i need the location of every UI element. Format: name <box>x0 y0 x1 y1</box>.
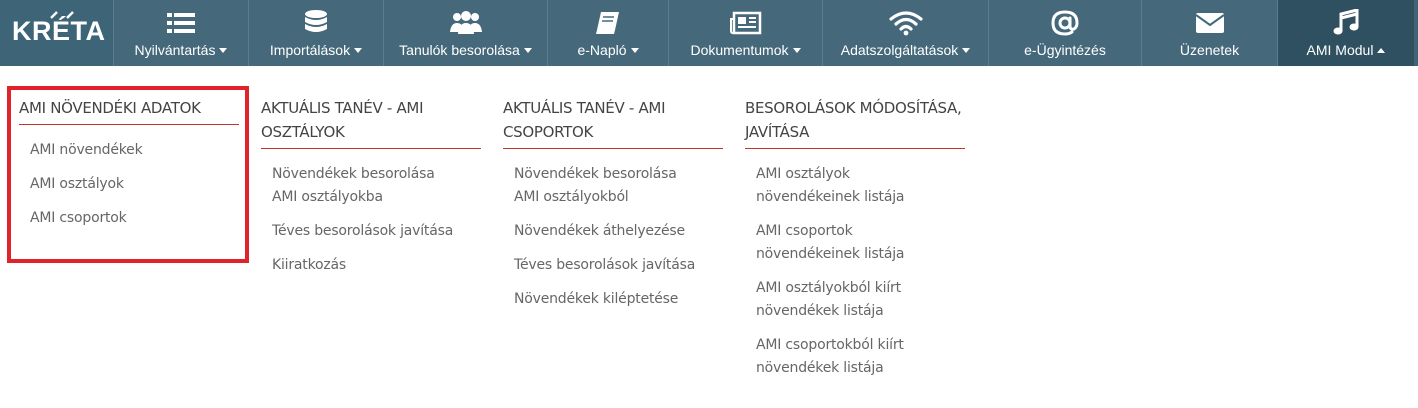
column-title-line: OSZTÁLYOK <box>261 123 345 141</box>
caret-down-icon <box>962 48 971 53</box>
link-line: AMI osztályok <box>756 166 850 182</box>
main-nav: Nyilvántartás Importálások Tanulók besor… <box>113 0 1414 66</box>
link-line: növendékek listája <box>756 303 884 319</box>
link-line: AMI csoportokból kiírt <box>756 337 904 353</box>
database-icon <box>299 9 333 37</box>
menu-link-ami-csoportokbol-kiirt-novendekek-listaja[interactable]: AMI csoportokból kiírt növendékek listáj… <box>745 334 965 380</box>
menu-column-besorolasok-modositasa: BESOROLÁSOK MÓDOSÍTÁSA, JAVÍTÁSA AMI osz… <box>745 96 965 391</box>
menu-link-ami-osztalyok-novendekeinek-listaja[interactable]: AMI osztályok növendékeinek listája <box>745 163 965 209</box>
link-line: AMI osztályokból <box>514 189 629 205</box>
link-line: növendékek listája <box>756 360 884 376</box>
column-title: BESOROLÁSOK MÓDOSÍTÁSA, JAVÍTÁSA <box>745 96 965 148</box>
column-title: AKTUÁLIS TANÉV - AMI CSOPORTOK <box>503 96 723 148</box>
nav-item-nyilvantartas[interactable]: Nyilvántartás <box>113 0 248 66</box>
link-line: AMI csoportok <box>756 223 853 239</box>
menu-link-ami-osztalyokbol-kiirt-novendekek-listaja[interactable]: AMI osztályokból kiírt növendékek listáj… <box>745 277 965 323</box>
nav-label: Tanulók besorolása <box>399 42 520 58</box>
column-title-line: BESOROLÁSOK MÓDOSÍTÁSA, <box>745 99 962 117</box>
nav-label: e-Ügyintézés <box>1024 42 1106 58</box>
caret-down-icon <box>523 48 532 53</box>
nav-item-adatszolgaltatasok[interactable]: Adatszolgáltatások <box>822 0 988 66</box>
caret-down-icon <box>354 48 363 53</box>
nav-item-ami-modul[interactable]: AMI Modul <box>1277 0 1414 66</box>
top-navigation-bar: KRÉTA Nyilvántartás Importálások Tanulók… <box>0 0 1418 66</box>
nav-item-dokumentumok[interactable]: Dokumentumok <box>668 0 822 66</box>
caret-down-icon <box>792 48 801 53</box>
nav-label: Nyilvántartás <box>134 42 216 58</box>
nav-label: e-Napló <box>577 42 627 58</box>
link-line: Növendékek besorolása <box>514 166 677 182</box>
music-icon <box>1329 9 1363 37</box>
link-line: AMI osztályokba <box>272 189 383 205</box>
column-title-line: AKTUÁLIS TANÉV - AMI <box>503 99 666 117</box>
nav-label: Üzenetek <box>1179 42 1240 58</box>
wifi-icon <box>888 9 923 37</box>
book-icon <box>591 9 625 37</box>
menu-link-teves-besorolasok-javitasa[interactable]: Téves besorolások javítása <box>503 254 723 277</box>
users-icon <box>449 9 483 37</box>
nav-label: Importálások <box>269 42 351 58</box>
menu-column-aktualis-tanev-ami-osztalyok: AKTUÁLIS TANÉV - AMI OSZTÁLYOK Növendéke… <box>261 96 481 288</box>
nav-item-e-ugyintezes[interactable]: e-Ügyintézés <box>988 0 1141 66</box>
nav-item-e-naplo[interactable]: e-Napló <box>547 0 668 66</box>
column-title-line: AKTUÁLIS TANÉV - AMI <box>261 99 424 117</box>
link-line: AMI osztályokból kiírt <box>756 280 901 296</box>
menu-link-ami-csoportok-novendekeinek-listaja[interactable]: AMI csoportok növendékeinek listája <box>745 220 965 266</box>
caret-up-icon <box>1377 48 1386 53</box>
list-icon <box>164 9 198 37</box>
column-divider <box>503 148 723 149</box>
menu-link-novendekek-kileptetese[interactable]: Növendékek kiléptetése <box>503 288 723 311</box>
column-title-line: JAVÍTÁSA <box>745 123 810 141</box>
menu-link-teves-besorolasok-javitasa[interactable]: Téves besorolások javítása <box>261 220 481 243</box>
highlight-box <box>7 86 249 263</box>
column-title-line: CSOPORTOK <box>503 123 594 141</box>
nav-label: Adatszolgáltatások <box>840 42 959 58</box>
link-line: Növendékek besorolása <box>272 166 435 182</box>
menu-link-novendekek-athelyezese[interactable]: Növendékek áthelyezése <box>503 220 723 243</box>
newspaper-icon <box>729 9 763 37</box>
nav-item-importalasok[interactable]: Importálások <box>248 0 383 66</box>
logo-text: KRÉTA <box>12 16 106 46</box>
menu-column-aktualis-tanev-ami-csoportok: AKTUÁLIS TANÉV - AMI CSOPORTOK Növendéke… <box>503 96 723 322</box>
envelope-icon <box>1193 9 1227 37</box>
menu-link-novendekek-besorolasa-ami-osztalyokba[interactable]: Növendékek besorolása AMI osztályokba <box>261 163 481 209</box>
column-title: AKTUÁLIS TANÉV - AMI OSZTÁLYOK <box>261 96 481 148</box>
link-line: növendékeinek listája <box>756 189 905 205</box>
caret-down-icon <box>630 48 639 53</box>
nav-label: Dokumentumok <box>690 42 789 58</box>
column-divider <box>745 148 965 149</box>
menu-link-novendekek-besorolasa-ami-osztalyokbol[interactable]: Növendékek besorolása AMI osztályokból <box>503 163 723 209</box>
nav-item-uzenetek[interactable]: Üzenetek <box>1141 0 1277 66</box>
kreta-logo[interactable]: KRÉTA <box>0 0 112 66</box>
column-divider <box>261 148 481 149</box>
menu-link-kiiratkozas[interactable]: Kiiratkozás <box>261 254 481 277</box>
caret-down-icon <box>219 48 228 53</box>
nav-item-tanulok-besorolasa[interactable]: Tanulók besorolása <box>383 0 547 66</box>
nav-label: AMI Modul <box>1306 42 1374 58</box>
link-line: növendékeinek listája <box>756 246 905 262</box>
at-icon <box>1048 9 1082 37</box>
